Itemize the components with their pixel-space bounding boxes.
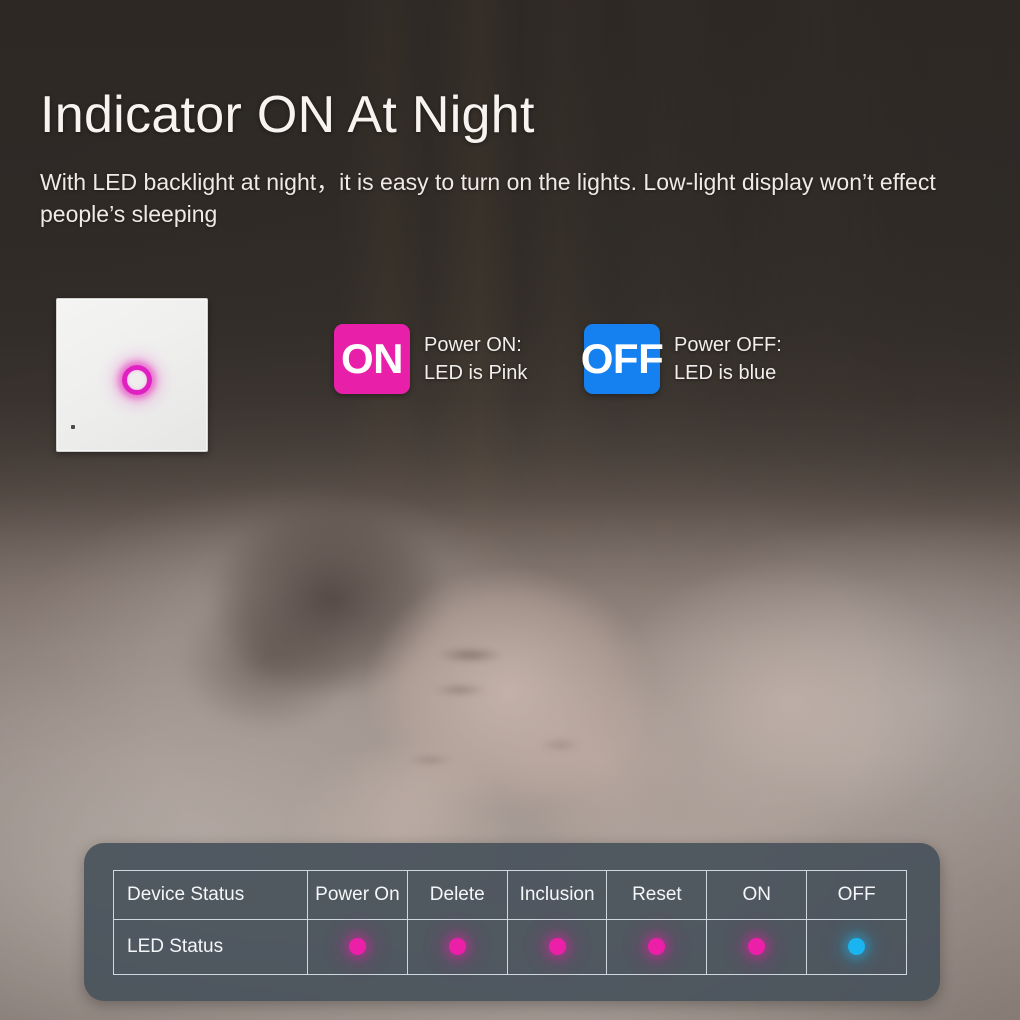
- legend-on-line2: LED is Pink: [424, 362, 528, 384]
- led-cell-delete: [406, 919, 508, 975]
- col-header-inclusion: Inclusion: [506, 870, 608, 920]
- led-indicator-icon: [648, 938, 666, 956]
- badge-on: ON: [334, 324, 410, 394]
- page-subtitle: With LED backlight at night，it is easy t…: [40, 169, 936, 227]
- legend-on-line1: Power ON:: [424, 334, 522, 356]
- switch-sensor-dot-icon: [71, 425, 75, 429]
- table-row-header: Device Status Power On Delete Inclusion …: [113, 870, 907, 920]
- legend-off-line2: LED is blue: [674, 362, 777, 384]
- legend-off-line1: Power OFF:: [674, 334, 782, 356]
- badge-off: OFF: [581, 324, 664, 394]
- row-label-led-status: LED Status: [113, 919, 308, 975]
- led-indicator-icon: [348, 938, 366, 956]
- col-header-delete: Delete: [406, 870, 508, 920]
- led-indicator-icon: [548, 938, 566, 956]
- legend-power-off: OFF Power OFF: LED is blue: [581, 324, 782, 394]
- col-header-power-on: Power On: [307, 870, 408, 920]
- legend-power-on: ON Power ON: LED is Pink: [334, 324, 527, 394]
- switch-indicator-ring-icon: [122, 365, 152, 395]
- wall-switch-panel: [56, 298, 208, 452]
- led-cell-inclusion: [506, 919, 608, 975]
- col-header-reset: Reset: [606, 870, 708, 920]
- table-row-led-status: LED Status: [113, 919, 907, 975]
- led-cell-on: [706, 919, 808, 975]
- col-header-off: OFF: [806, 870, 907, 920]
- led-cell-power-on: [307, 919, 408, 975]
- led-indicator-icon: [448, 938, 466, 956]
- promo-banner: Indicator ON At Night With LED backlight…: [0, 0, 1020, 1020]
- col-header-on: ON: [706, 870, 808, 920]
- page-title: Indicator ON At Night: [40, 86, 535, 144]
- row-label-device-status: Device Status: [113, 870, 308, 920]
- led-indicator-icon: [748, 938, 766, 956]
- led-cell-off: [806, 919, 907, 975]
- led-indicator-icon: [848, 938, 866, 956]
- legend-off-text: Power OFF: LED is blue: [674, 331, 782, 387]
- led-status-table: Device Status Power On Delete Inclusion …: [113, 870, 907, 975]
- legend-on-text: Power ON: LED is Pink: [424, 331, 527, 387]
- status-table-panel: Device Status Power On Delete Inclusion …: [84, 843, 940, 1001]
- led-cell-reset: [606, 919, 708, 975]
